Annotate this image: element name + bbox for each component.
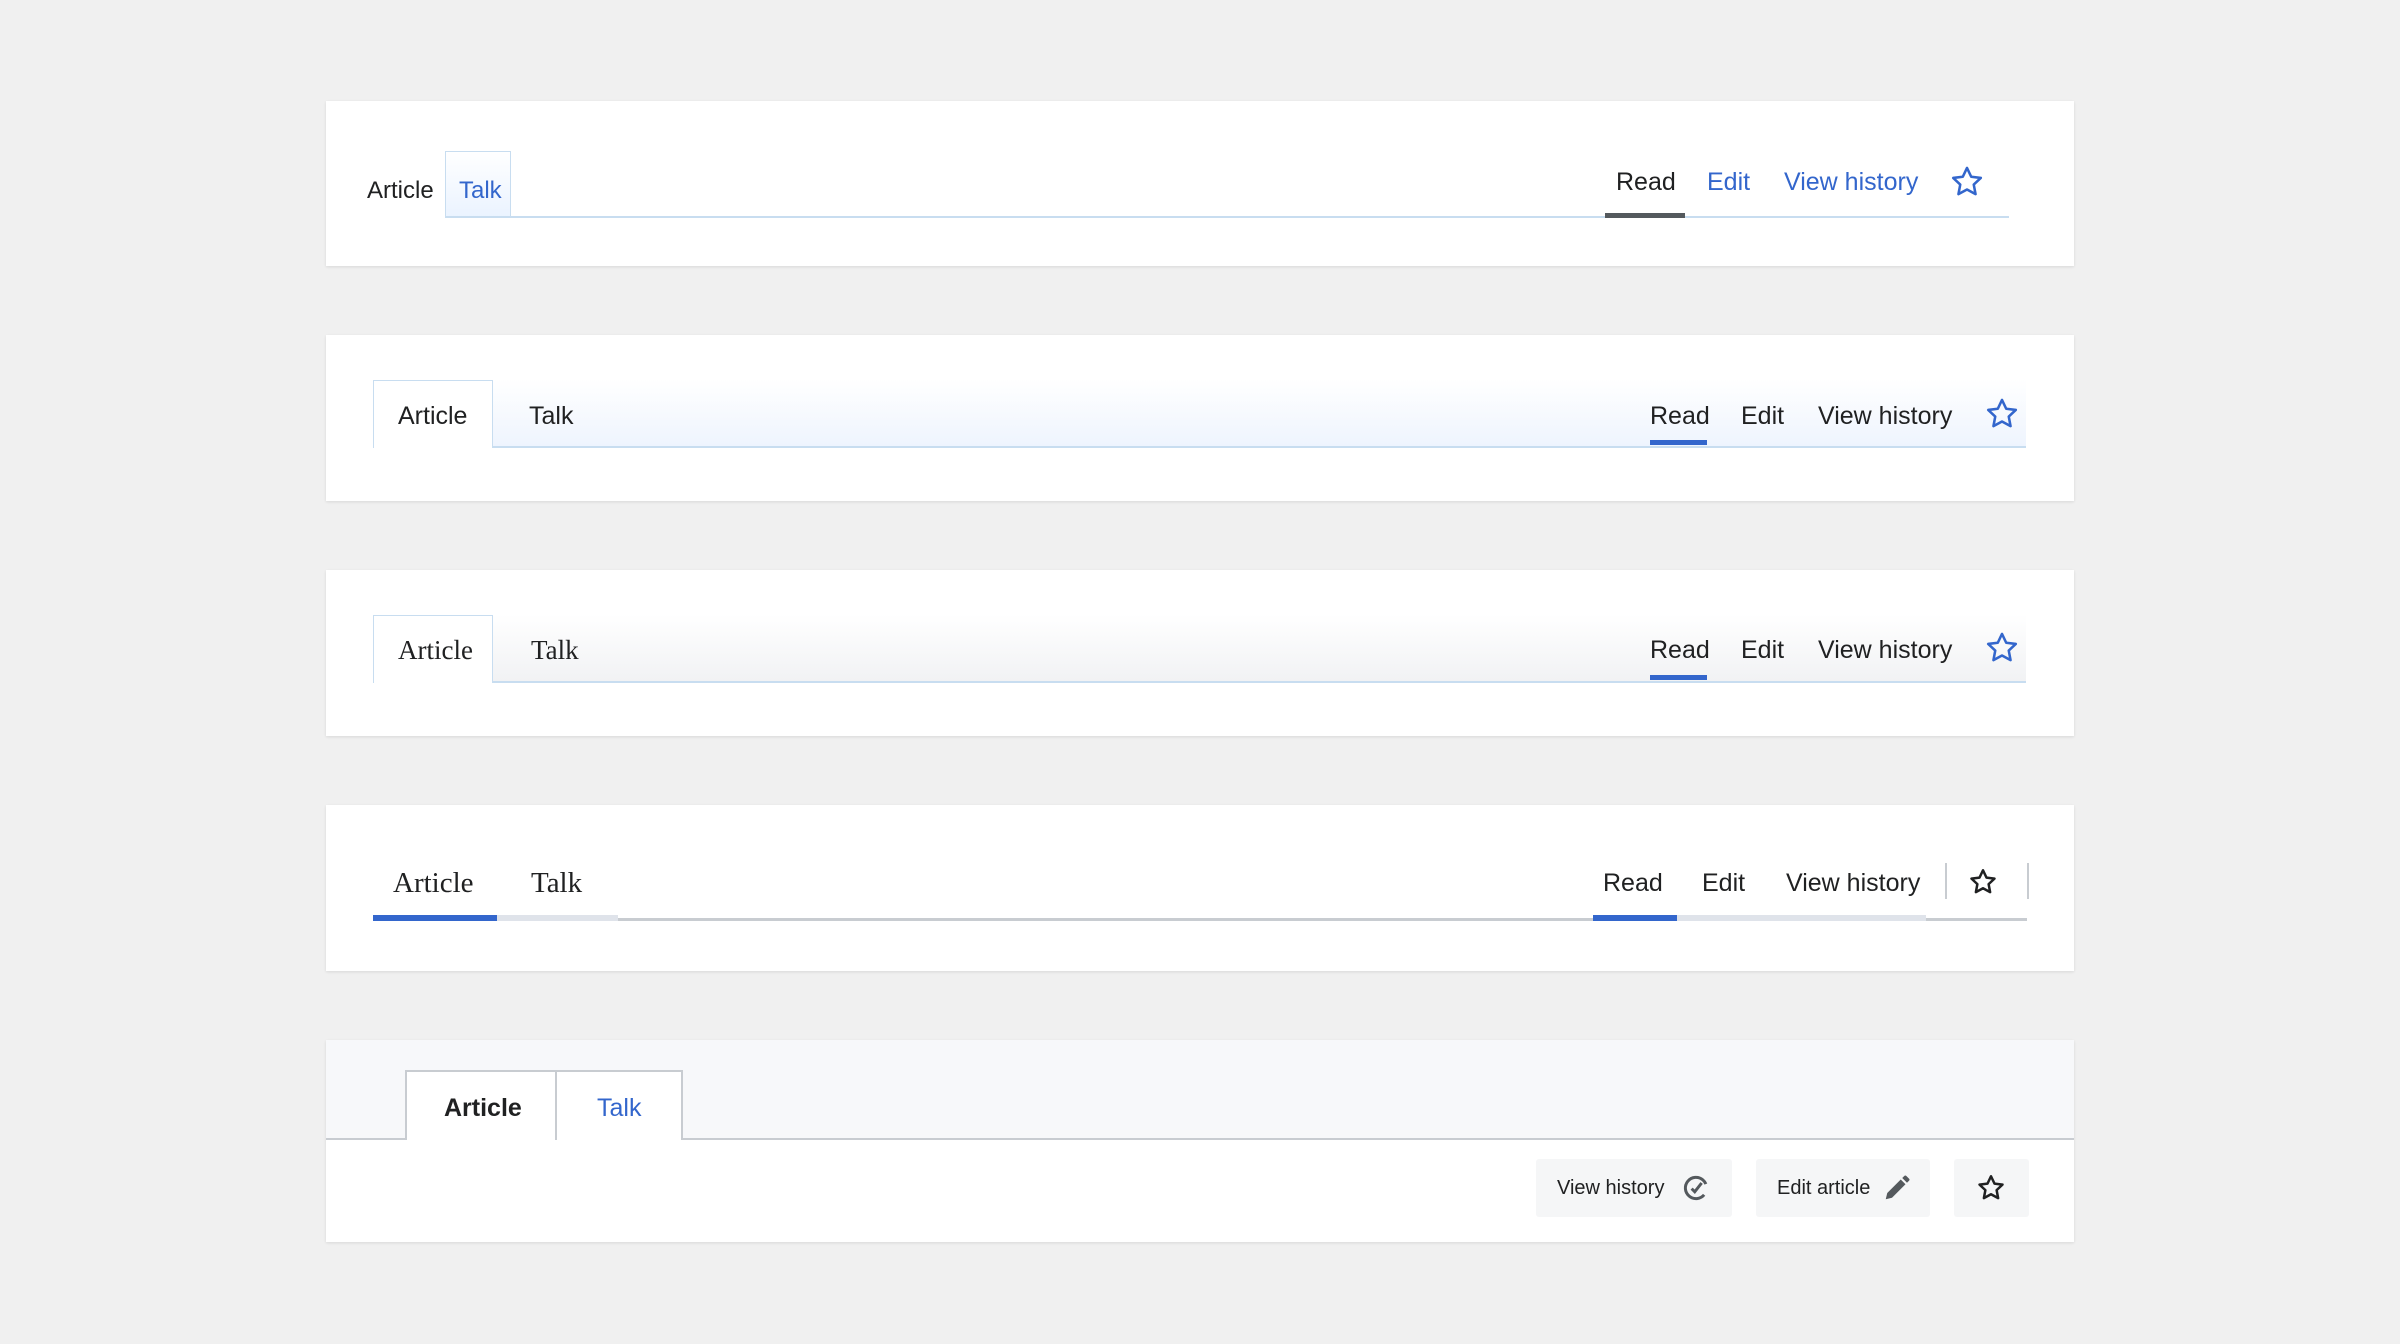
tab-bar-variant-5: Article Talk View history Edit article bbox=[326, 1040, 2074, 1242]
selected-tab-indicator bbox=[1650, 440, 1707, 445]
edit-article-button[interactable]: Edit article bbox=[1756, 1159, 1930, 1217]
view-underline bbox=[1676, 915, 1926, 921]
tab-read[interactable]: Read bbox=[1650, 636, 1710, 665]
selected-view-indicator bbox=[1593, 915, 1677, 921]
tab-view-history[interactable]: View history bbox=[1784, 168, 1918, 197]
star-outline-icon bbox=[1976, 1173, 2006, 1203]
tab-article[interactable]: Article bbox=[393, 867, 474, 900]
tab-edit[interactable]: Edit bbox=[1707, 168, 1750, 197]
history-icon bbox=[1681, 1173, 1711, 1203]
tab-article[interactable]: Article bbox=[367, 177, 434, 205]
pencil-icon bbox=[1882, 1173, 1912, 1203]
edit-article-label: Edit article bbox=[1777, 1177, 1871, 1199]
watch-button[interactable] bbox=[1954, 1159, 2029, 1217]
tab-talk[interactable]: Talk bbox=[531, 867, 582, 900]
tab-bar-variant-3: Article Talk Read Edit View history bbox=[326, 570, 2074, 736]
star-icon[interactable] bbox=[1984, 396, 2020, 432]
view-history-button[interactable]: View history bbox=[1536, 1159, 1732, 1217]
tab-edit[interactable]: Edit bbox=[1702, 869, 1745, 898]
tab-baseline bbox=[446, 216, 2009, 218]
divider bbox=[1945, 863, 1947, 899]
tab-read[interactable]: Read bbox=[1603, 869, 1663, 898]
tab-article[interactable]: Article bbox=[398, 635, 473, 666]
active-tab-gap bbox=[407, 1136, 555, 1140]
selected-tab-indicator bbox=[1605, 213, 1685, 218]
tab-talk[interactable]: Talk bbox=[531, 635, 579, 666]
selected-tab-indicator bbox=[373, 915, 497, 921]
tab-talk[interactable]: Talk bbox=[555, 1070, 683, 1140]
view-history-label: View history bbox=[1557, 1177, 1665, 1199]
tab-bar-variant-4: Article Talk Read Edit View history bbox=[326, 805, 2074, 971]
tab-read[interactable]: Read bbox=[1616, 168, 1676, 197]
tab-talk[interactable]: Talk bbox=[459, 177, 502, 205]
tab-edit[interactable]: Edit bbox=[1741, 402, 1784, 431]
tab-talk[interactable]: Talk bbox=[529, 402, 573, 431]
tab-view-history[interactable]: View history bbox=[1818, 636, 1952, 665]
divider bbox=[2027, 863, 2029, 899]
tab-baseline bbox=[374, 681, 2026, 683]
tab-bar-variant-1: Article Talk Read Edit View history bbox=[326, 101, 2074, 266]
tab-article[interactable]: Article bbox=[398, 402, 467, 431]
tab-read[interactable]: Read bbox=[1650, 402, 1710, 431]
tab-edit[interactable]: Edit bbox=[1741, 636, 1784, 665]
tab-article[interactable]: Article bbox=[405, 1070, 557, 1140]
star-outline-icon[interactable] bbox=[1968, 867, 1998, 897]
tab-underline bbox=[496, 915, 618, 921]
tab-article-label: Article bbox=[444, 1094, 522, 1122]
selected-tab-indicator bbox=[1650, 675, 1707, 680]
star-icon[interactable] bbox=[1984, 630, 2020, 666]
tab-view-history[interactable]: View history bbox=[1786, 869, 1920, 898]
tab-bar-variant-2: Article Talk Read Edit View history bbox=[326, 335, 2074, 501]
tab-view-history[interactable]: View history bbox=[1818, 402, 1952, 431]
tab-talk-label: Talk bbox=[597, 1094, 642, 1122]
tab-baseline bbox=[374, 446, 2026, 448]
star-icon[interactable] bbox=[1949, 164, 1985, 200]
